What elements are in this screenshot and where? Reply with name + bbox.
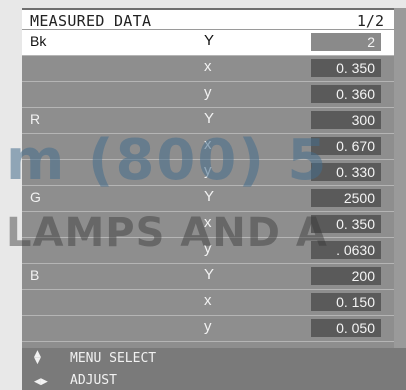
row-parameter: Y [204, 110, 215, 127]
data-row: x 0. 150 [22, 290, 394, 316]
panel-header: MEASURED DATA 1/2 [22, 8, 394, 30]
watermark-phone: m (800) 5 [6, 128, 329, 193]
data-row[interactable]: Bk Y 2 [22, 30, 394, 56]
row-group-label: Bk [30, 33, 47, 49]
row-parameter: x [204, 292, 212, 309]
row-parameter: Y [204, 266, 215, 283]
up-down-arrows-icon: ▲ ▼ [34, 349, 41, 366]
row-parameter: Y [204, 32, 215, 49]
adjust-label: ADJUST [70, 373, 117, 388]
row-value: 0. 150 [311, 293, 381, 311]
data-row: x 0. 350 [22, 56, 394, 82]
row-group-label: B [30, 267, 40, 283]
row-value: 0. 360 [311, 85, 381, 103]
row-value: 2 [311, 33, 381, 51]
measured-data-panel: MEASURED DATA 1/2 Bk Y 2 x 0. 350 y 0. 360 R Y 30… [22, 8, 406, 390]
row-value: 300 [311, 111, 381, 129]
row-value: 0. 050 [311, 319, 381, 337]
menu-select-label: MENU SELECT [70, 351, 157, 366]
left-right-arrows-icon: ◀▶ [34, 377, 48, 387]
row-group-label: R [30, 111, 41, 127]
row-value: 200 [311, 267, 381, 285]
footer-menu-select: ▲ ▼ MENU SELECT [22, 348, 406, 370]
data-row: B Y 200 [22, 264, 394, 290]
data-row: y 0. 050 [22, 316, 394, 342]
footer-adjust: ◀▶ ADJUST [22, 370, 406, 390]
row-parameter: y [204, 84, 212, 101]
panel-edge [394, 8, 406, 348]
row-value: 0. 350 [311, 59, 381, 77]
panel-title: MEASURED DATA [30, 12, 152, 30]
page-indicator: 1/2 [356, 12, 384, 30]
data-row: y 0. 360 [22, 82, 394, 108]
row-parameter: x [204, 58, 212, 75]
watermark-brand: LAMPS AND A [6, 210, 328, 256]
row-parameter: y [204, 318, 212, 335]
